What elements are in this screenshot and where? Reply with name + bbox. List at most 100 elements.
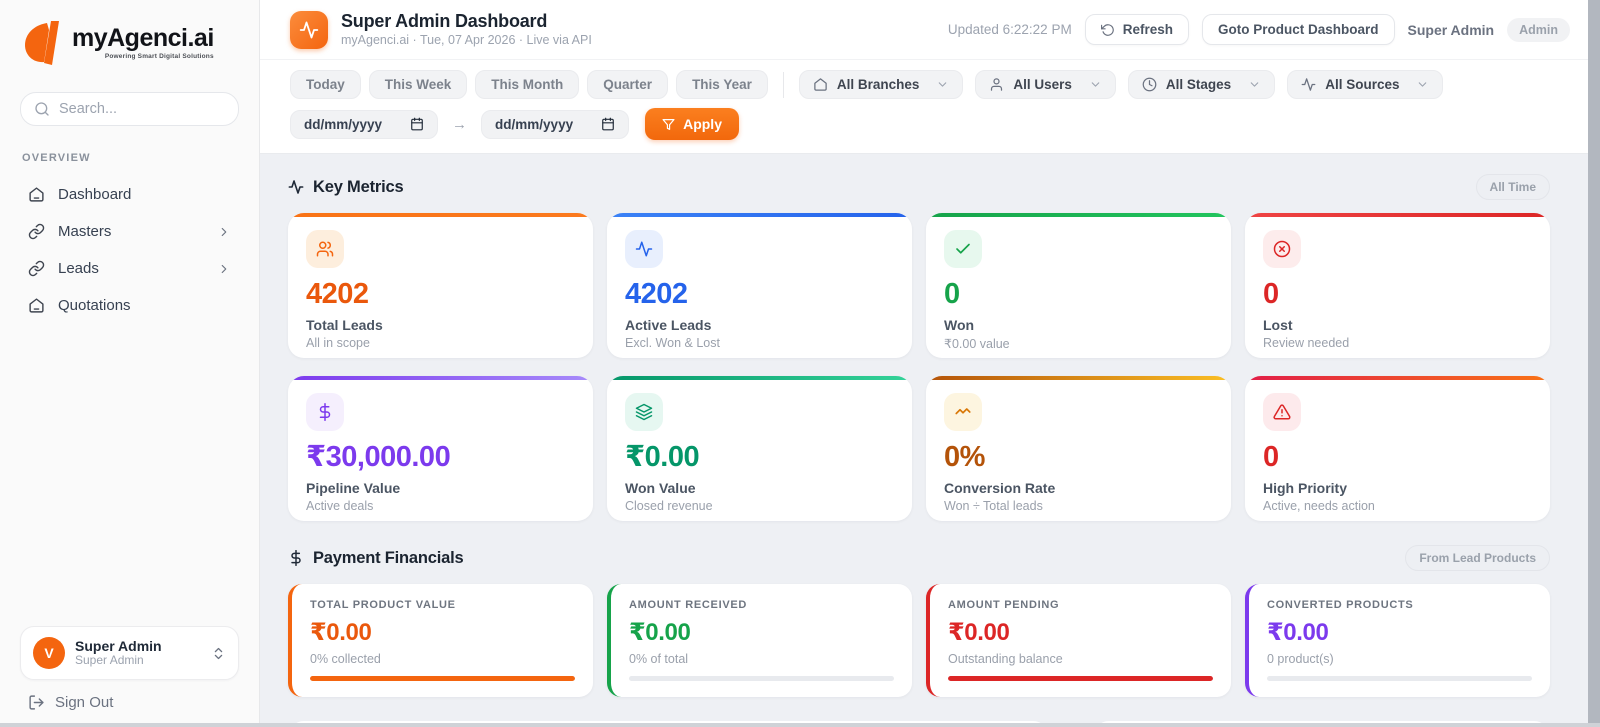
refresh-button[interactable]: Refresh — [1085, 14, 1189, 45]
filter-this-month-button[interactable]: This Month — [475, 70, 579, 99]
chevron-right-icon — [217, 225, 231, 239]
filter-this-week-button[interactable]: This Week — [369, 70, 468, 99]
apply-button[interactable]: Apply — [645, 108, 739, 140]
sources-dropdown[interactable]: All Sources — [1287, 70, 1443, 99]
metric-cards-row-1: 4202 Total Leads All in scope 4202 Activ… — [288, 213, 1550, 358]
date-filters-row: dd/mm/yyyy → dd/mm/yyyy Apply — [290, 108, 1570, 140]
metric-sub: ₹0.00 value — [944, 336, 1213, 351]
top-header: Super Admin Dashboard myAgenci.ai · Tue,… — [260, 0, 1600, 60]
payment-label: TOTAL PRODUCT VALUE — [310, 599, 575, 611]
sidebar-item-quotations[interactable]: Quotations — [20, 287, 239, 324]
payment-card-converted-products: CONVERTED PRODUCTS ₹0.00 0 product(s) — [1245, 584, 1550, 697]
metric-sub: Excl. Won & Lost — [625, 336, 894, 350]
chevron-down-icon — [1416, 78, 1429, 91]
metric-card-active-leads: 4202 Active Leads Excl. Won & Lost — [607, 213, 912, 358]
from-lead-products-badge: From Lead Products — [1405, 545, 1550, 571]
users-dropdown-value: All Users — [1013, 77, 1072, 92]
trending-icon — [944, 393, 982, 431]
progress-bar — [310, 676, 575, 681]
users-dropdown[interactable]: All Users — [975, 70, 1116, 99]
branches-dropdown[interactable]: All Branches — [799, 70, 964, 99]
metric-label: Total Leads — [306, 317, 575, 333]
card-accent-bar — [288, 376, 593, 380]
payment-label: AMOUNT PENDING — [948, 599, 1213, 611]
scrollbar[interactable] — [1588, 0, 1600, 727]
brand-logo-icon — [22, 20, 64, 66]
dollar-icon — [306, 393, 344, 431]
metric-cards-row-2: ₹30,000.00 Pipeline Value Active deals ₹… — [288, 376, 1550, 521]
dollar-icon — [288, 550, 304, 566]
metric-card-won: 0 Won ₹0.00 value — [926, 213, 1231, 358]
metric-sub: Closed revenue — [625, 499, 894, 513]
sidebar-item-label: Leads — [58, 260, 99, 277]
metric-label: Won — [944, 317, 1213, 333]
chevron-down-icon — [936, 78, 949, 91]
payment-sub: 0% collected — [310, 652, 575, 666]
admin-badge: Admin — [1507, 18, 1570, 42]
log-out-icon — [28, 694, 45, 711]
calendar-icon — [410, 117, 424, 131]
search-icon — [34, 101, 50, 117]
card-accent-bar — [607, 213, 912, 217]
stages-dropdown-value: All Stages — [1166, 77, 1231, 92]
metric-label: Active Leads — [625, 317, 894, 333]
date-from-input[interactable]: dd/mm/yyyy — [290, 110, 438, 139]
metric-sub: Active deals — [306, 499, 575, 513]
payment-value: ₹0.00 — [310, 618, 575, 647]
date-to-input[interactable]: dd/mm/yyyy — [481, 110, 629, 139]
payment-cards-row: TOTAL PRODUCT VALUE ₹0.00 0% collected A… — [288, 584, 1550, 697]
sidebar-user-card[interactable]: V Super Admin Super Admin — [20, 626, 239, 680]
payment-value: ₹0.00 — [629, 618, 894, 647]
progress-bar — [1267, 676, 1532, 681]
chevron-down-icon — [1089, 78, 1102, 91]
refresh-icon — [1101, 23, 1115, 37]
sidebar-search[interactable] — [20, 92, 239, 126]
goto-product-dashboard-label: Goto Product Dashboard — [1218, 22, 1379, 37]
metric-sub: Won ÷ Total leads — [944, 499, 1213, 513]
app-window: myAgenci.ai Powering Smart Digital Solut… — [0, 0, 1600, 727]
payment-financials-header: Payment Financials From Lead Products — [288, 545, 1550, 571]
metric-label: Pipeline Value — [306, 480, 575, 496]
progress-fill — [310, 676, 575, 681]
search-input[interactable] — [59, 101, 225, 117]
check-icon — [944, 230, 982, 268]
filter-today-button[interactable]: Today — [290, 70, 361, 99]
header-user-name: Super Admin — [1408, 22, 1495, 38]
quick-filters-row: Today This Week This Month Quarter This … — [290, 70, 1570, 99]
stages-dropdown[interactable]: All Stages — [1128, 70, 1275, 99]
user-icon — [989, 77, 1004, 92]
payment-card-amount-pending: AMOUNT PENDING ₹0.00 Outstanding balance — [926, 584, 1231, 697]
metric-value: 0 — [944, 280, 1213, 309]
arrow-right-icon: → — [452, 116, 467, 133]
filter-quarter-button[interactable]: Quarter — [587, 70, 668, 99]
x-circle-icon — [1263, 230, 1301, 268]
refresh-label: Refresh — [1123, 22, 1173, 37]
sidebar-item-label: Dashboard — [58, 186, 131, 203]
sidebar-item-dashboard[interactable]: Dashboard — [20, 176, 239, 213]
sidebar-section-label: OVERVIEW — [22, 152, 237, 164]
sign-out-button[interactable]: Sign Out — [20, 680, 239, 711]
activity-icon — [1301, 77, 1316, 92]
calendar-icon — [601, 117, 615, 131]
funnel-icon — [662, 118, 675, 131]
all-time-badge: All Time — [1476, 174, 1550, 200]
branches-dropdown-value: All Branches — [837, 77, 920, 92]
filter-this-year-button[interactable]: This Year — [676, 70, 768, 99]
updated-timestamp: Updated 6:22:22 PM — [948, 22, 1072, 37]
card-accent-bar — [1245, 213, 1550, 217]
divider — [783, 72, 784, 98]
goto-product-dashboard-button[interactable]: Goto Product Dashboard — [1202, 14, 1395, 45]
payment-financials-title: Payment Financials — [313, 549, 463, 568]
sidebar-item-masters[interactable]: Masters — [20, 213, 239, 250]
home-icon — [28, 297, 45, 314]
branch-icon — [813, 77, 828, 92]
payment-value: ₹0.00 — [1267, 618, 1532, 647]
apply-label: Apply — [683, 116, 722, 132]
sidebar-item-label: Quotations — [58, 297, 131, 314]
sidebar-item-leads[interactable]: Leads — [20, 250, 239, 287]
brand-name: myAgenci.ai — [72, 26, 214, 51]
metric-value: 0 — [1263, 443, 1532, 472]
metric-value: ₹0.00 — [625, 443, 894, 472]
metric-card-lost: 0 Lost Review needed — [1245, 213, 1550, 358]
page-title: Super Admin Dashboard — [341, 11, 592, 33]
